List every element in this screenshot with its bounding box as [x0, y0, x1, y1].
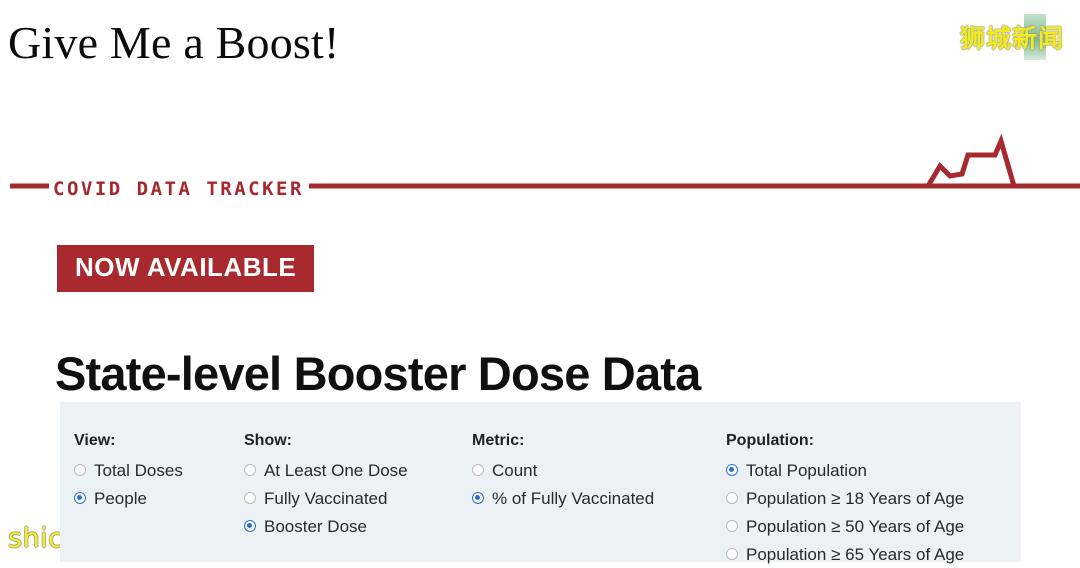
radio-selected-icon[interactable] [726, 464, 738, 476]
page-title: Give Me a Boost! [8, 17, 340, 68]
watermark-brand-text: 狮城新闻 [959, 24, 1064, 53]
radio-option-label: Booster Dose [264, 516, 367, 536]
radio-option-people[interactable]: People [74, 484, 183, 512]
radio-option-label: Total Population [746, 460, 867, 480]
filter-panel: View: Total Doses People Show: At Least … [60, 402, 1021, 563]
radio-option-booster-dose[interactable]: Booster Dose [244, 512, 408, 540]
radio-option-total-doses[interactable]: Total Doses [74, 456, 183, 484]
radio-option-fully-vaccinated[interactable]: Fully Vaccinated [244, 484, 408, 512]
filter-group-title: View: [74, 432, 116, 449]
radio-option-count[interactable]: Count [472, 456, 654, 484]
radio-selected-icon[interactable] [74, 492, 86, 504]
radio-option-label: Total Doses [94, 460, 183, 480]
filter-group-metric: Metric: Count % of Fully Vaccinated [472, 432, 654, 512]
filter-group-title: Metric: [472, 432, 525, 449]
radio-selected-icon[interactable] [472, 492, 484, 504]
radio-option-label: % of Fully Vaccinated [492, 488, 655, 508]
radio-option-population-50-plus[interactable]: Population ≥ 50 Years of Age [726, 512, 964, 540]
radio-option-label: Population ≥ 50 Years of Age [746, 516, 965, 536]
radio-option-label: Population ≥ 65 Years of Age [746, 544, 965, 564]
watermark-brand-cn: 狮城新闻 [938, 8, 1068, 66]
radio-unselected-icon[interactable] [74, 464, 86, 476]
radio-selected-icon[interactable] [244, 520, 256, 532]
radio-option-label: Population ≥ 18 Years of Age [746, 488, 965, 508]
radio-option-label: At Least One Dose [264, 460, 408, 480]
radio-unselected-icon[interactable] [726, 492, 738, 504]
covid-data-tracker-band: COVID DATA TRACKER [0, 128, 1080, 208]
now-available-badge: NOW AVAILABLE [57, 245, 315, 292]
covid-data-tracker-label: COVID DATA TRACKER [49, 178, 309, 200]
filter-group-title: Population: [726, 432, 814, 449]
filter-columns: View: Total Doses People Show: At Least … [60, 418, 1021, 563]
radio-unselected-icon[interactable] [726, 520, 738, 532]
filter-group-show: Show: At Least One Dose Fully Vaccinated… [244, 432, 408, 540]
radio-unselected-icon[interactable] [244, 464, 256, 476]
radio-option-label: Count [492, 460, 538, 480]
radio-option-population-65-plus[interactable]: Population ≥ 65 Years of Age [726, 540, 964, 568]
filter-group-population: Population: Total Population Population … [726, 432, 964, 568]
radio-option-label: Fully Vaccinated [264, 488, 388, 508]
radio-option-at-least-one-dose[interactable]: At Least One Dose [244, 456, 408, 484]
radio-unselected-icon[interactable] [472, 464, 484, 476]
radio-option-population-18-plus[interactable]: Population ≥ 18 Years of Age [726, 484, 964, 512]
radio-option-total-population[interactable]: Total Population [726, 456, 964, 484]
promo-headline: State-level Booster Dose Data [55, 347, 701, 401]
radio-option-label: People [94, 488, 147, 508]
filter-group-view: View: Total Doses People [74, 432, 183, 512]
filter-group-title: Show: [244, 432, 292, 449]
radio-unselected-icon[interactable] [726, 548, 738, 560]
radio-unselected-icon[interactable] [244, 492, 256, 504]
radio-option-percent-of-fully-vaccinated[interactable]: % of Fully Vaccinated [472, 484, 654, 512]
